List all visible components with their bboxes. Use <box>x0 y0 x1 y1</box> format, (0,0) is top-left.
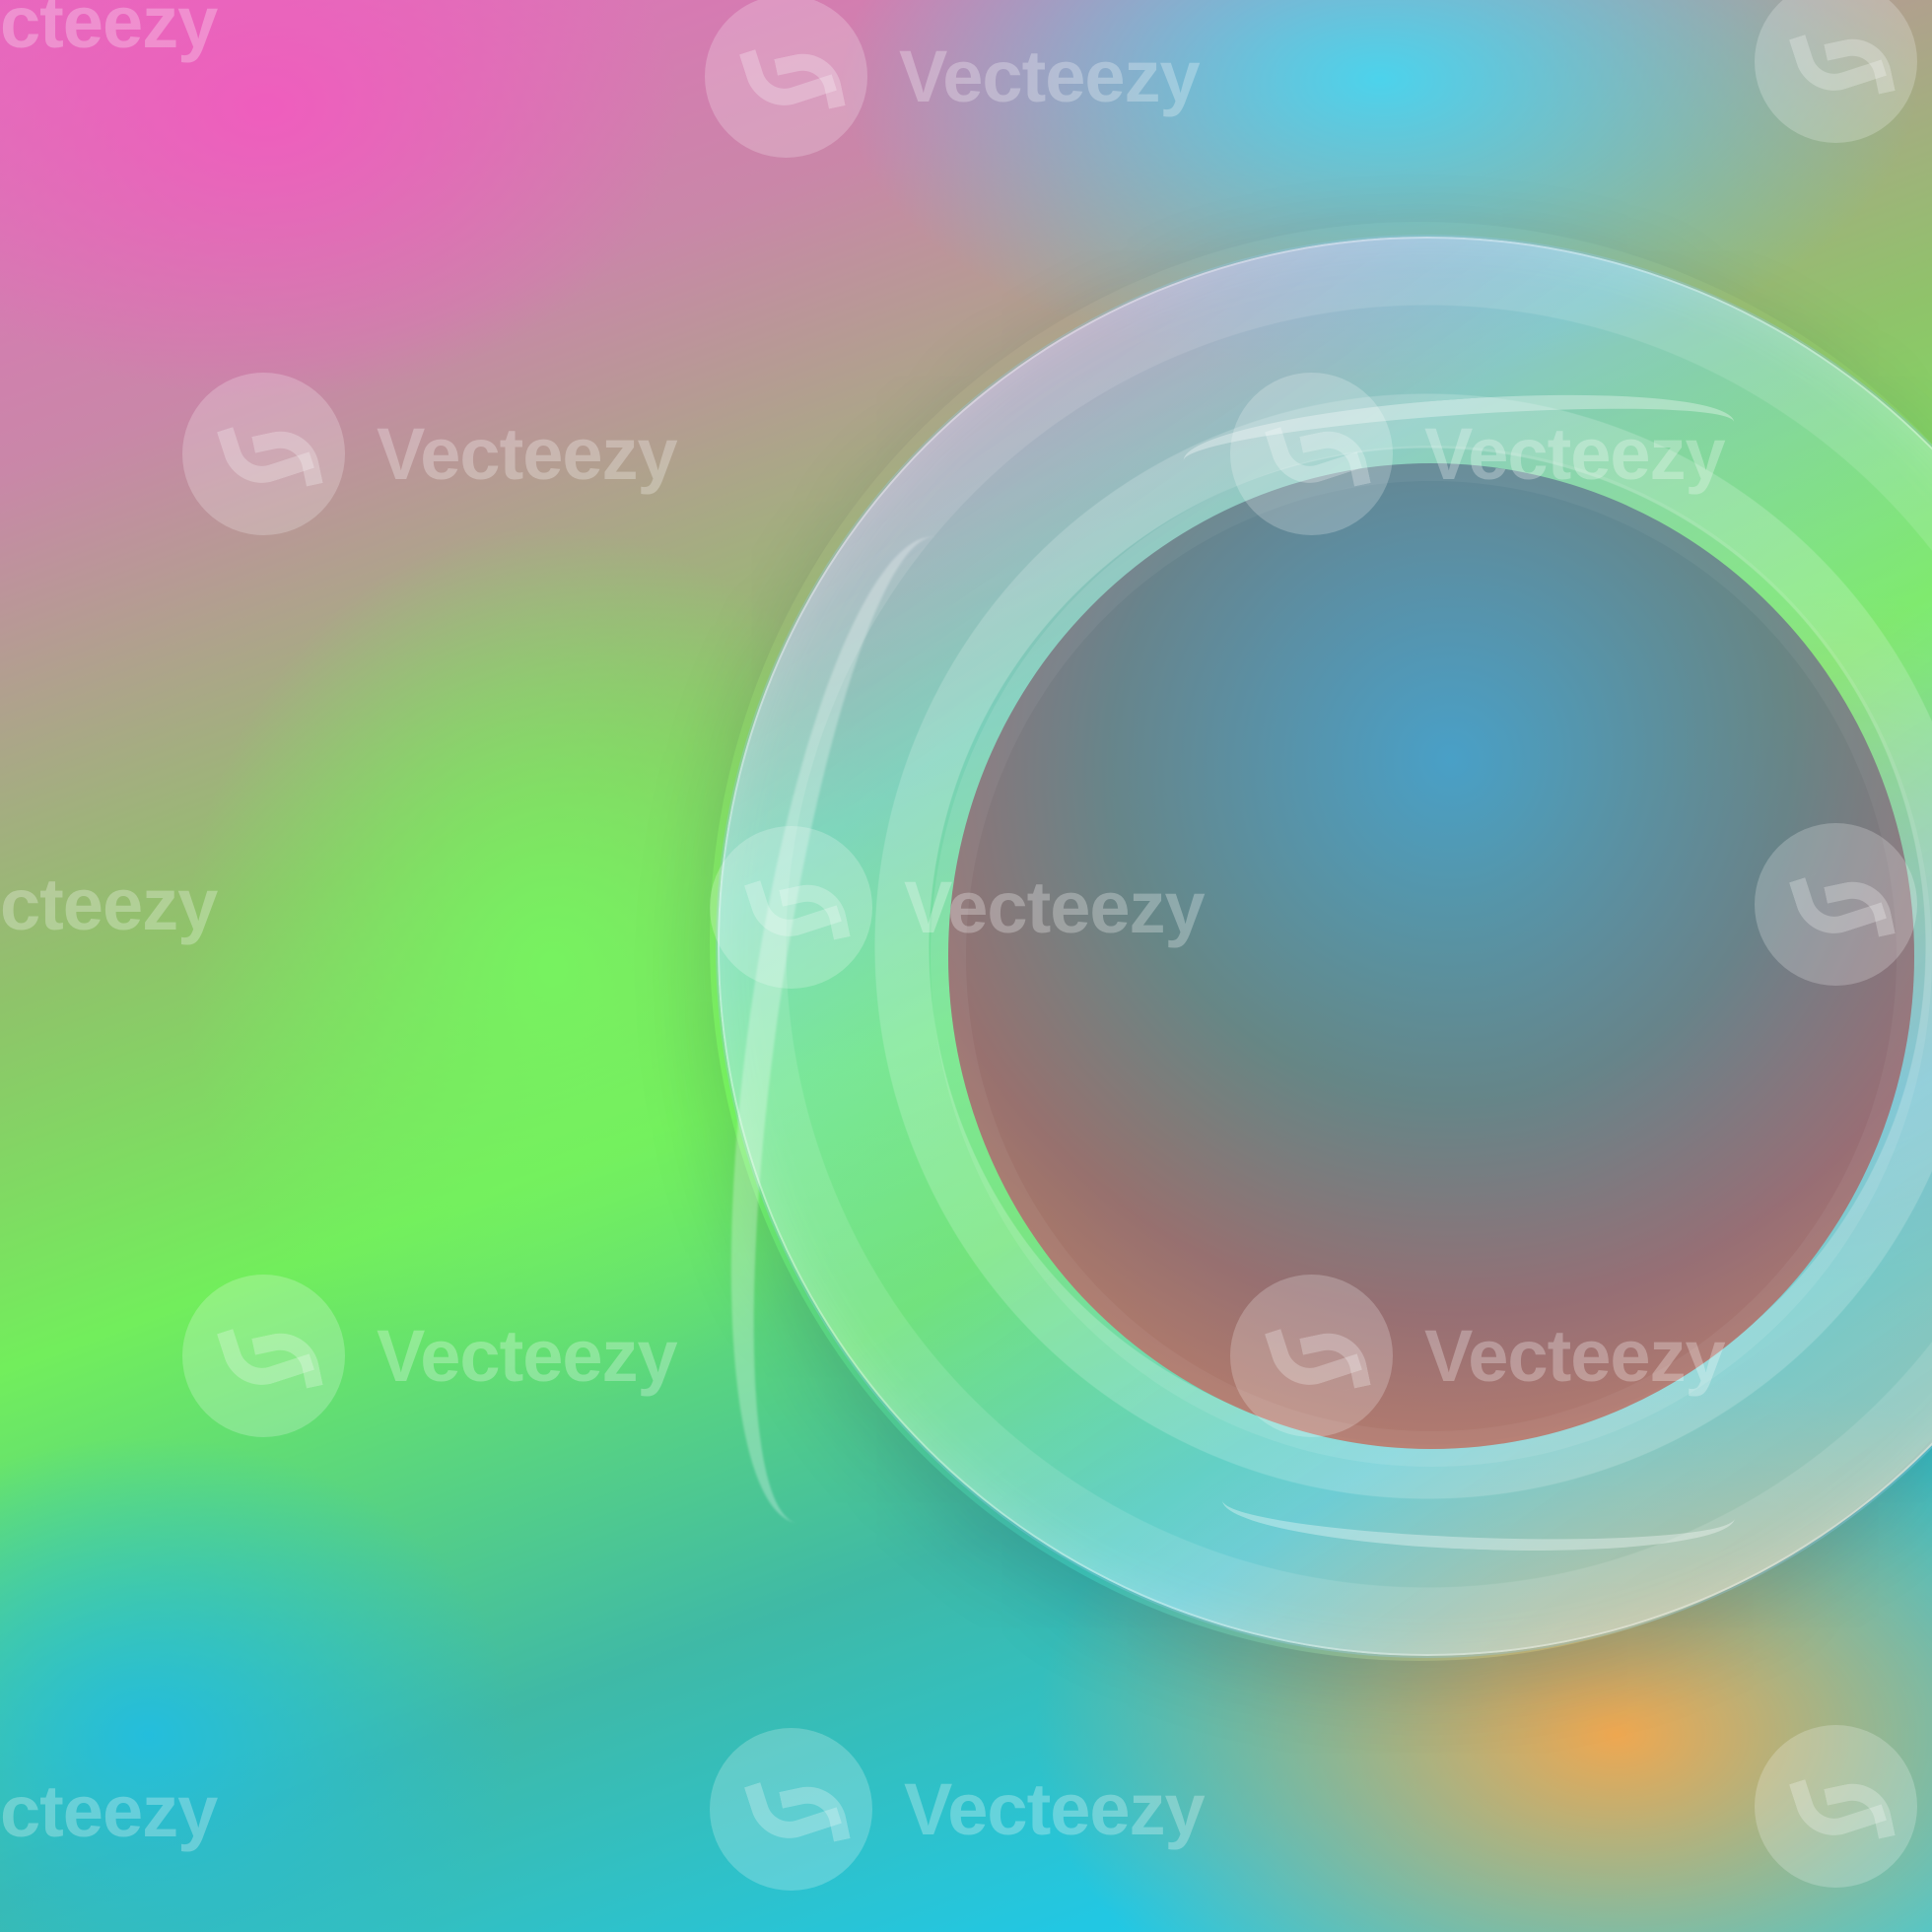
ring-center <box>948 463 1914 1449</box>
abstract-gradient-scene: cteezy Vecteezy Vecteezy Vecteezy cteezy… <box>0 0 1932 1932</box>
